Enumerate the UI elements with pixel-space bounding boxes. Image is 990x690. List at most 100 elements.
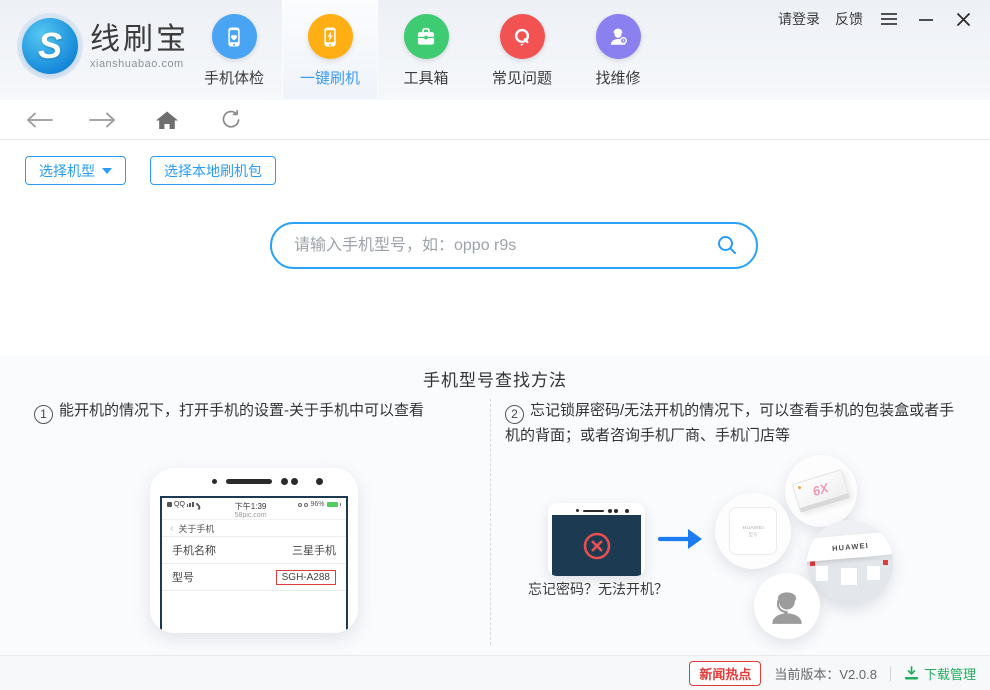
box-logo-dot xyxy=(797,485,802,490)
app-header: S 线刷宝 xianshuabao.com 手机体检 一键刷机 工具箱 常见问题… xyxy=(0,0,990,100)
logo-icon: S xyxy=(22,18,78,74)
tab-faq[interactable]: 常见问题 xyxy=(474,0,570,100)
download-manager-button[interactable]: 下载管理 xyxy=(904,664,976,683)
guide-title: 手机型号查找方法 xyxy=(423,371,567,390)
locked-caption: 忘记密码？无法开机？ xyxy=(528,581,668,597)
row-label: 手机名称 xyxy=(172,545,216,557)
row-value: 三星手机 xyxy=(292,545,336,557)
minimize-icon[interactable] xyxy=(915,9,937,29)
tab-repair[interactable]: 找维修 xyxy=(570,0,666,100)
browser-toolbar xyxy=(0,100,990,140)
locked-phone-illustration xyxy=(548,503,645,576)
speaker-grill xyxy=(226,479,272,484)
toolbox-icon xyxy=(403,14,449,59)
error-screen xyxy=(552,515,641,576)
carrier-label: QQ xyxy=(174,501,185,508)
sensor-dot xyxy=(614,508,618,513)
home-icon[interactable] xyxy=(152,107,182,133)
main-nav: 手机体检 一键刷机 工具箱 常见问题 找维修 xyxy=(186,0,666,100)
tab-label: 找维修 xyxy=(595,70,641,87)
flow-arrow-icon xyxy=(657,525,704,558)
choose-local-label: 选择本地刷机包 xyxy=(164,162,262,179)
model-actions: 选择机型 选择本地刷机包 xyxy=(25,156,276,185)
close-icon[interactable] xyxy=(952,9,974,29)
customer-service-icon xyxy=(754,573,820,639)
camera-dot xyxy=(625,508,629,513)
back-model: 型号 xyxy=(748,531,758,537)
battery-tip xyxy=(339,503,341,506)
tab-label: 工具箱 xyxy=(403,70,449,87)
about-phone-header: ‹ 关于手机 xyxy=(162,519,346,537)
tab-one-key-flash[interactable]: 一键刷机 xyxy=(282,0,378,100)
battery-percent: 96% xyxy=(310,501,325,508)
choose-model-button[interactable]: 选择机型 xyxy=(25,156,126,185)
phone-back-photo: HUAWEI 型号 xyxy=(715,493,791,569)
forward-icon[interactable] xyxy=(88,107,118,133)
sensor-dot xyxy=(281,478,288,485)
speaker-dot xyxy=(576,509,579,512)
tab-phone-checkup[interactable]: 手机体检 xyxy=(186,0,282,100)
model-search xyxy=(270,222,758,269)
signal-icon xyxy=(186,502,194,507)
box-label: 6X xyxy=(810,479,831,499)
wifi-icon xyxy=(193,502,202,510)
model-value-highlighted: SGH-A288 xyxy=(275,569,336,585)
menu-icon[interactable] xyxy=(878,9,900,29)
store-photo: HUAWEI xyxy=(807,520,893,606)
app-logo: S 线刷宝 xianshuabao.com xyxy=(22,18,189,74)
search-icon[interactable] xyxy=(716,234,738,261)
battery-icon xyxy=(326,502,338,507)
speaker-grill xyxy=(583,509,604,512)
camera-dot xyxy=(316,478,323,485)
tab-label: 常见问题 xyxy=(491,70,552,87)
logo-letter: S xyxy=(37,25,62,66)
status-bar: QQ 下午1:39 58pic.com 96% xyxy=(162,498,346,519)
choose-model-label: 选择机型 xyxy=(39,162,95,179)
back-icon[interactable] xyxy=(24,107,54,133)
phone-health-icon xyxy=(211,14,257,59)
titlebar-controls: 请登录 反馈 xyxy=(778,9,974,29)
guide-step-2: 2 忘记锁屏密码/无法开机的情况下，可以查看手机的包装盒或者手机的背面；或者咨询手… xyxy=(505,399,967,447)
phone-flash-icon xyxy=(307,14,353,59)
app-icon xyxy=(167,502,172,507)
sensor-dot xyxy=(608,508,612,513)
footer-divider xyxy=(889,665,891,681)
tab-label: 手机体检 xyxy=(203,70,264,87)
row-label: 型号 xyxy=(172,572,194,584)
circle-x-icon xyxy=(583,532,610,559)
alarm-icon xyxy=(304,502,309,507)
model-row: 型号 SGH-A288 xyxy=(162,564,346,591)
phone-screen: QQ 下午1:39 58pic.com 96% ‹ 关于手机 手机名称 三星手机… xyxy=(160,496,348,633)
tab-label: 一键刷机 xyxy=(299,70,360,87)
step-text: 忘记锁屏密码/无法开机的情况下，可以查看手机的包装盒或者手机的背面；或者咨询手机… xyxy=(505,402,955,444)
tab-toolbox[interactable]: 工具箱 xyxy=(378,0,474,100)
model-lookup-guide: 手机型号查找方法 1 能开机的情况下，打开手机的设置-关于手机中可以查看 2 忘记锁… xyxy=(0,355,990,655)
about-phone-illustration: QQ 下午1:39 58pic.com 96% ‹ 关于手机 手机名称 三星手机… xyxy=(150,468,358,633)
column-divider xyxy=(490,399,491,645)
step-number: 2 xyxy=(505,404,524,424)
about-phone-title: 关于手机 xyxy=(178,523,215,534)
status-bar-footer: 新闻热点 当前版本：V2.0.8 下载管理 xyxy=(0,655,990,690)
question-icon xyxy=(499,14,545,59)
status-time: 下午1:39 xyxy=(234,502,267,511)
download-icon xyxy=(904,666,919,680)
news-hotspot-button[interactable]: 新闻热点 xyxy=(689,660,762,686)
speaker-dot xyxy=(212,479,217,484)
location-icon xyxy=(298,502,303,507)
refresh-icon[interactable] xyxy=(216,107,246,133)
search-input[interactable] xyxy=(270,222,758,269)
login-link[interactable]: 请登录 xyxy=(778,9,820,29)
app-title: 线刷宝 xyxy=(90,22,189,56)
version-label: 当前版本：V2.0.8 xyxy=(774,666,877,682)
chevron-down-icon xyxy=(102,167,112,174)
back-brand: HUAWEI xyxy=(742,524,764,530)
packaging-box-photo: 6X xyxy=(785,455,857,527)
feedback-link[interactable]: 反馈 xyxy=(835,9,863,29)
phone-name-row: 手机名称 三星手机 xyxy=(162,537,346,564)
step-text: 能开机的情况下，打开手机的设置-关于手机中可以查看 xyxy=(59,402,424,419)
step-number: 1 xyxy=(34,404,53,424)
choose-local-package-button[interactable]: 选择本地刷机包 xyxy=(150,156,276,185)
app-domain: xianshuabao.com xyxy=(90,57,184,70)
repair-technician-icon xyxy=(595,14,641,59)
download-label: 下载管理 xyxy=(923,666,976,682)
